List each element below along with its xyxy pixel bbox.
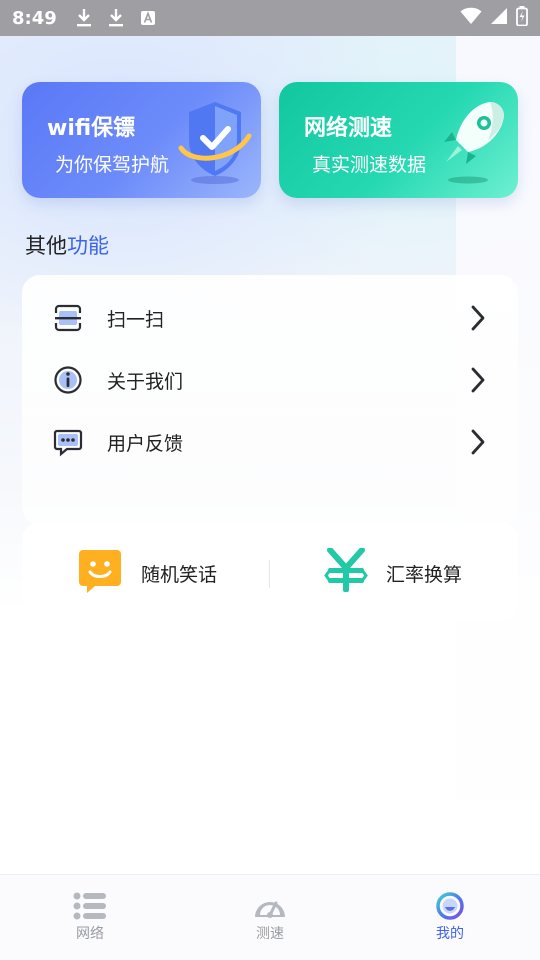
section-title: 其他功能 — [25, 230, 109, 260]
section-title-accent: 功能 — [67, 234, 109, 258]
tab-mine[interactable]: 我的 — [410, 891, 490, 943]
tab-speed-test[interactable]: 测速 — [230, 891, 310, 943]
random-joke-button[interactable]: 随机笑话 — [77, 550, 217, 596]
wifi-signal-icon — [460, 7, 482, 29]
font-a-icon — [137, 7, 159, 29]
status-bar: 8:49 — [0, 0, 540, 36]
status-time: 8:49 — [12, 7, 57, 29]
menu-item-about[interactable]: 关于我们 — [22, 349, 518, 411]
menu-item-about-label: 关于我们 — [107, 370, 184, 393]
speed-test-subtitle: 真实测速数据 — [312, 154, 427, 176]
menu-item-feedback[interactable]: 用户反馈 — [22, 411, 518, 473]
speed-test-card[interactable]: 网络测速 真实测速数据 — [279, 82, 518, 198]
exchange-rate-button[interactable]: 汇率换算 — [324, 547, 463, 598]
battery-icon — [516, 6, 528, 30]
functions-panel: 扫一扫 关于我们 用户反馈 — [22, 275, 518, 525]
smile-icon — [77, 548, 123, 598]
menu-item-scan-label: 扫一扫 — [107, 308, 165, 331]
menu-item-feedback-label: 用户反馈 — [107, 432, 184, 455]
scan-icon — [53, 303, 83, 333]
chevron-right-icon — [468, 303, 488, 333]
yen-icon — [324, 547, 368, 598]
speedometer-icon — [230, 891, 310, 921]
tools-divider — [269, 560, 270, 588]
feedback-icon — [53, 427, 83, 457]
tab-network-label: 网络 — [76, 926, 104, 942]
bottom-nav: 网络 测速 我的 — [0, 874, 540, 960]
wifi-guard-subtitle: 为你保驾护航 — [55, 154, 170, 176]
tab-speed-test-label: 测速 — [256, 926, 284, 942]
rocket-icon — [428, 96, 512, 188]
cell-signal-icon — [490, 7, 508, 29]
tab-mine-label: 我的 — [436, 926, 464, 942]
wifi-guard-title: wifi保镖 — [47, 116, 136, 141]
download-icon — [73, 7, 95, 29]
random-joke-label: 随机笑话 — [141, 563, 218, 586]
section-title-plain: 其他 — [25, 234, 67, 258]
wifi-guard-card[interactable]: wifi保镖 为你保驾护航 — [22, 82, 261, 198]
chevron-right-icon — [468, 427, 488, 457]
shield-icon — [171, 96, 255, 188]
speed-test-title: 网络测速 — [304, 116, 393, 141]
download-icon-2 — [105, 7, 127, 29]
chevron-right-icon — [468, 365, 488, 395]
menu-item-scan[interactable]: 扫一扫 — [22, 287, 518, 349]
list-icon — [50, 891, 130, 921]
info-icon — [53, 365, 83, 395]
tab-network[interactable]: 网络 — [50, 891, 130, 943]
profile-icon — [410, 891, 490, 921]
tools-panel: 随机笑话 汇率换算 — [22, 522, 518, 622]
exchange-rate-label: 汇率换算 — [386, 563, 463, 586]
